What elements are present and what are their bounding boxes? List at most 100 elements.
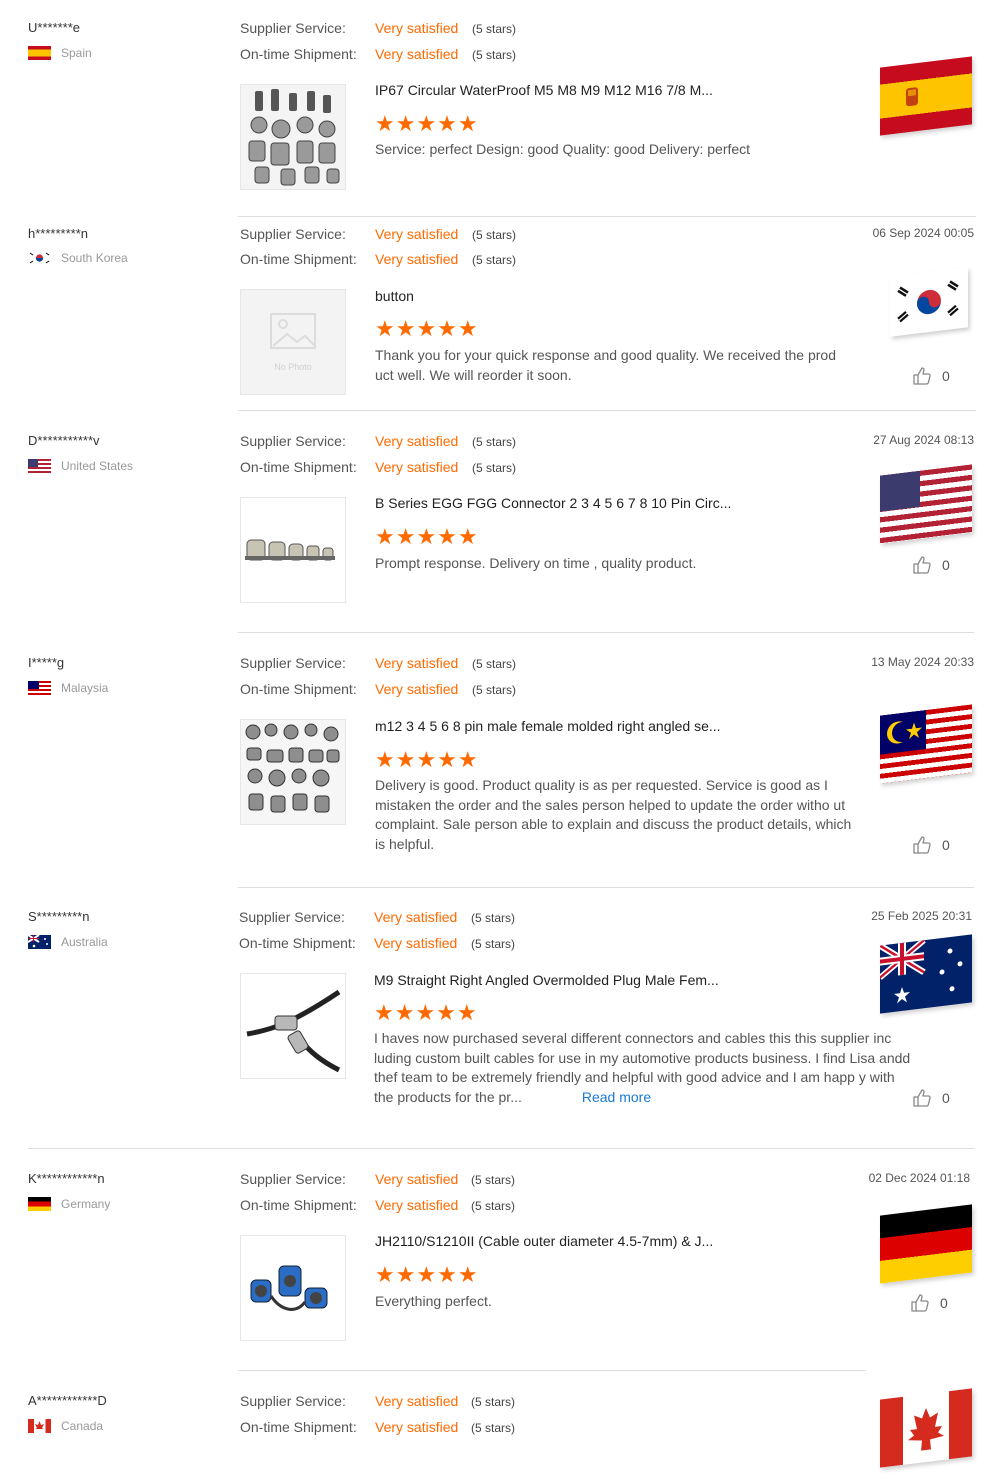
like-count: 0 <box>942 1090 950 1106</box>
australia-flag-icon <box>880 934 972 1014</box>
thumbs-up-icon <box>912 366 932 386</box>
supplier-service-stars: (5 stars) <box>472 22 517 36</box>
product-image[interactable] <box>240 497 346 603</box>
helpful-button[interactable]: 0 <box>912 555 950 575</box>
shipment-label: On-time Shipment: <box>240 251 357 267</box>
canada-flag-icon <box>28 1419 51 1433</box>
reviewer-country: Spain <box>28 46 92 60</box>
supplier-service-label: Supplier Service: <box>240 226 346 242</box>
supplier-service-stars: (5 stars) <box>471 911 516 925</box>
reviewer-country: Australia <box>28 935 108 949</box>
shipment-stars: (5 stars) <box>472 253 517 267</box>
reviewer-country: Germany <box>28 1197 110 1211</box>
thumbs-up-icon <box>912 1088 932 1108</box>
supplier-service-value: Very satisfied <box>375 1393 459 1409</box>
product-image[interactable] <box>240 719 346 825</box>
shipment-value: Very satisfied <box>375 459 459 475</box>
review-content: Service: perfect Design: good Quality: g… <box>375 141 751 157</box>
helpful-button[interactable]: 0 <box>912 366 950 386</box>
no-photo-label: No Photo <box>274 362 312 372</box>
thumbs-up-icon <box>910 1293 930 1313</box>
review-content: Thank you for your quick response and go… <box>375 347 836 383</box>
reviewer-name: S*********n <box>28 909 90 924</box>
country-label: United States <box>61 459 134 473</box>
review-date: 13 May 2024 20:33 <box>871 655 974 669</box>
product-title-link[interactable]: IP67 Circular WaterProof M5 M8 M9 M12 M1… <box>375 82 713 98</box>
country-label: South Korea <box>61 251 128 265</box>
divider <box>28 1148 974 1149</box>
product-title-link[interactable]: m12 3 4 5 6 8 pin male female molded rig… <box>375 718 721 734</box>
country-label: Canada <box>61 1419 104 1433</box>
supplier-service-value: Very satisfied <box>375 20 459 36</box>
product-title-link[interactable]: M9 Straight Right Angled Overmolded Plug… <box>374 972 719 988</box>
product-title-link[interactable]: JH2110/S1210II (Cable outer diameter 4.5… <box>375 1233 713 1249</box>
like-count: 0 <box>942 837 950 853</box>
germany-flag-icon <box>28 1197 51 1211</box>
shipment-value: Very satisfied <box>375 1197 459 1213</box>
review-date: 25 Feb 2025 20:31 <box>871 909 972 923</box>
shipment-value: Very satisfied <box>375 251 459 267</box>
supplier-service-label: Supplier Service: <box>240 20 346 36</box>
product-image[interactable] <box>240 973 346 1079</box>
shipment-stars: (5 stars) <box>472 461 517 475</box>
rating-stars: ★★★★★ <box>375 747 479 772</box>
supplier-service-value: Very satisfied <box>375 1171 459 1187</box>
shipment-stars: (5 stars) <box>472 683 517 697</box>
country-label: Germany <box>61 1197 111 1211</box>
supplier-service-label: Supplier Service: <box>240 1171 346 1187</box>
like-count: 0 <box>942 557 950 573</box>
like-count: 0 <box>942 368 950 384</box>
supplier-service-label: Supplier Service: <box>240 655 346 671</box>
review-content: Delivery is good. Product quality is as … <box>375 777 852 852</box>
review-date: 27 Aug 2024 08:13 <box>873 433 974 447</box>
like-count: 0 <box>940 1295 948 1311</box>
reviewer-name: U*******e <box>28 20 81 35</box>
helpful-button[interactable]: 0 <box>910 1293 948 1313</box>
rating-stars: ★★★★★ <box>375 111 479 136</box>
shipment-label: On-time Shipment: <box>240 46 357 62</box>
reviewer-name: h*********n <box>28 226 88 241</box>
supplier-service-value: Very satisfied <box>375 433 459 449</box>
shipment-value: Very satisfied <box>374 935 458 951</box>
shipment-value: Very satisfied <box>375 1419 459 1435</box>
supplier-service-label: Supplier Service: <box>239 909 345 925</box>
divider <box>238 632 974 633</box>
australia-flag-icon <box>28 935 51 949</box>
country-label: Australia <box>61 935 108 949</box>
shipment-value: Very satisfied <box>375 46 459 62</box>
shipment-label: On-time Shipment: <box>240 1197 357 1213</box>
germany-flag-icon <box>880 1204 972 1284</box>
country-label: Malaysia <box>61 681 109 695</box>
product-image-placeholder[interactable]: No Photo <box>240 289 346 395</box>
shipment-stars: (5 stars) <box>471 1199 516 1213</box>
thumbs-up-icon <box>912 835 932 855</box>
helpful-button[interactable]: 0 <box>912 835 950 855</box>
reviewer-name: A************D <box>28 1393 107 1408</box>
reviewer-country: Malaysia <box>28 681 108 695</box>
usa-flag-icon <box>28 459 51 473</box>
supplier-service-value: Very satisfied <box>374 909 458 925</box>
rating-stars: ★★★★★ <box>375 1262 479 1287</box>
product-image[interactable] <box>240 1235 346 1341</box>
reviewer-name: I*****g <box>28 655 65 670</box>
malaysia-flag-icon <box>880 704 972 784</box>
shipment-stars: (5 stars) <box>472 48 517 62</box>
spain-flag-icon <box>28 46 51 60</box>
review-date: 06 Sep 2024 00:05 <box>872 226 974 240</box>
reviewer-name: K************n <box>28 1171 105 1186</box>
rating-stars: ★★★★★ <box>375 316 479 341</box>
product-image[interactable] <box>240 84 346 190</box>
product-title-link[interactable]: button <box>375 288 414 304</box>
helpful-button[interactable]: 0 <box>912 1088 950 1108</box>
canada-flag-icon <box>880 1388 972 1468</box>
shipment-stars: (5 stars) <box>471 1421 516 1435</box>
country-label: Spain <box>61 46 92 60</box>
divider <box>238 887 974 888</box>
reviewer-country: South Korea <box>28 251 128 265</box>
supplier-service-value: Very satisfied <box>375 655 459 671</box>
read-more-link[interactable]: Read more <box>582 1089 651 1105</box>
divider <box>238 1370 866 1371</box>
review-content: Everything perfect. <box>375 1293 492 1309</box>
supplier-service-label: Supplier Service: <box>240 433 346 449</box>
product-title-link[interactable]: B Series EGG FGG Connector 2 3 4 5 6 7 8… <box>375 495 731 511</box>
